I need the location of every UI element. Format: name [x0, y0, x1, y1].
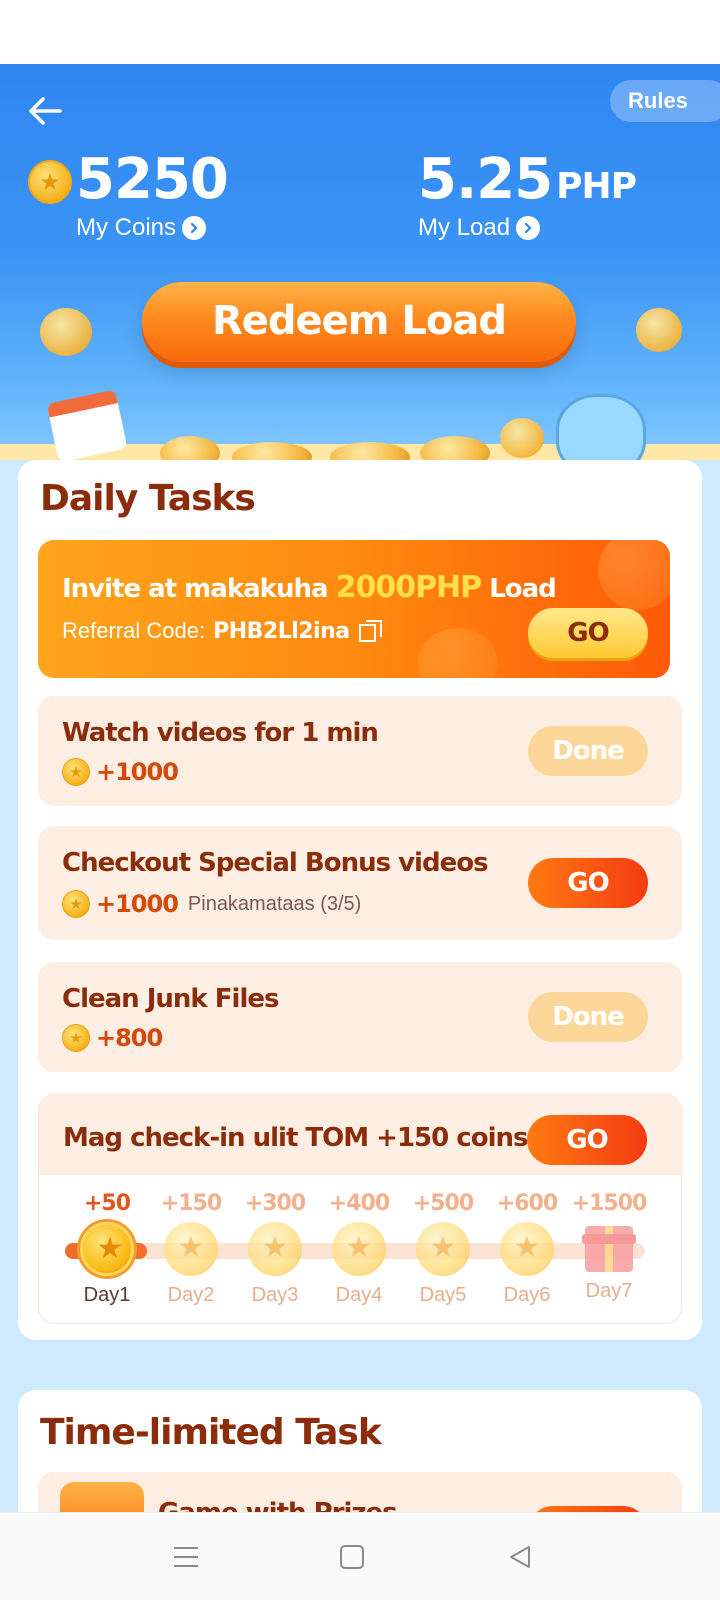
my-coins-link[interactable]: My Coins [76, 214, 207, 242]
referral-code-label: Referral Code: [62, 618, 206, 643]
day-bonus: +50 [83, 1191, 131, 1216]
referral-code-value: PHB2Ll2ina [213, 618, 350, 644]
menu-icon [174, 1547, 198, 1567]
content-panel: Daily Tasks Invite at makakuha 2000PHP L… [0, 460, 720, 1556]
rules-button[interactable]: Rules [610, 80, 720, 122]
day-label: Day7 [585, 1280, 633, 1302]
reward-amount: +1000 [96, 758, 179, 786]
reward-amount: +1000 [96, 890, 179, 918]
time-limited-title: Time-limited Task [40, 1412, 382, 1453]
checkin-day-3[interactable]: +300 Day3 [233, 1191, 317, 1307]
chevron-right-icon [516, 216, 541, 240]
checkin-day-2[interactable]: +150 Day2 [149, 1191, 233, 1307]
menu-button[interactable] [166, 1539, 206, 1575]
task-special-bonus-videos: Checkout Special Bonus videos +1000 Pina… [38, 826, 682, 940]
coin-icon [62, 1024, 90, 1052]
day-label: Day6 [503, 1284, 551, 1306]
my-load-link[interactable]: My Load [418, 214, 541, 242]
wallet-header: Rules 5250 My Coins 5.25PHP My Load Rede… [0, 64, 720, 484]
star-coin-icon [164, 1222, 218, 1276]
checkin-day-7[interactable]: +1500 Day7 [567, 1191, 651, 1303]
checkin-day-4[interactable]: +400 Day4 [317, 1191, 401, 1307]
day-bonus: +600 [496, 1191, 558, 1216]
checkin-go-button[interactable]: GO [527, 1115, 647, 1165]
copy-icon[interactable] [358, 618, 384, 644]
day-bonus: +400 [328, 1191, 390, 1216]
star-coin-icon [416, 1222, 470, 1276]
arrow-left-icon [29, 97, 62, 125]
day-bonus: +500 [412, 1191, 474, 1216]
referral-code-row: Referral Code: PHB2Ll2ina [62, 618, 384, 644]
chevron-right-icon [182, 216, 207, 240]
invite-title-prefix: Invite at makakuha [62, 574, 336, 604]
day-bonus: +300 [244, 1191, 306, 1216]
day-label: Day3 [251, 1284, 299, 1306]
checkin-day-6[interactable]: +600 Day6 [485, 1191, 569, 1307]
invite-title-suffix: Load [481, 574, 557, 604]
task-progress: Pinakamataas (3/5) [187, 892, 362, 915]
status-bar [0, 0, 720, 64]
decorative-coin [598, 540, 670, 610]
coin-icon [62, 758, 90, 786]
square-home-icon [340, 1545, 364, 1569]
checkin-section: Mag check-in ulit TOM +150 coins GO +50 … [38, 1094, 683, 1324]
task-watch-videos: Watch videos for 1 min +1000 Done [38, 696, 682, 806]
day-bonus: +1500 [571, 1191, 648, 1216]
day-bonus: +150 [160, 1191, 222, 1216]
daily-tasks-card: Daily Tasks Invite at makakuha 2000PHP L… [18, 460, 702, 1340]
my-load-label: My Load [418, 214, 511, 241]
task-reward: +1000 [62, 758, 179, 786]
system-nav-bar [0, 1512, 720, 1600]
home-button[interactable] [332, 1539, 372, 1575]
go-button[interactable]: GO [528, 858, 648, 908]
star-coin-icon [500, 1222, 554, 1276]
coins-value: 5250 [76, 147, 229, 212]
star-coin-icon [248, 1222, 302, 1276]
decorative-coin [636, 308, 682, 352]
back-button[interactable] [22, 88, 68, 134]
task-title: Checkout Special Bonus videos [62, 848, 489, 878]
gift-box-icon [582, 1226, 636, 1272]
task-clean-junk-files: Clean Junk Files +800 Done [38, 962, 682, 1072]
decorative-coin [500, 418, 544, 458]
task-title: Watch videos for 1 min [62, 718, 379, 748]
triangle-back-icon [510, 1546, 530, 1568]
task-reward: +800 [62, 1024, 163, 1052]
star-coin-icon [80, 1222, 137, 1276]
load-value: 5.25 [418, 147, 553, 212]
checkin-day-5[interactable]: +500 Day5 [401, 1191, 485, 1307]
done-button[interactable]: Done [528, 992, 648, 1042]
day-label: Day5 [419, 1284, 467, 1306]
invite-banner: Invite at makakuha 2000PHP Load Referral… [38, 540, 670, 678]
star-coin-icon [332, 1222, 386, 1276]
daily-tasks-title: Daily Tasks [40, 478, 256, 519]
coin-icon [28, 160, 72, 204]
invite-go-button[interactable]: GO [528, 608, 648, 658]
day-label: Day4 [335, 1284, 383, 1306]
reward-amount: +800 [96, 1024, 163, 1052]
checkin-day-1[interactable]: +50 Day1 [65, 1191, 149, 1307]
day-label: Day2 [167, 1284, 215, 1306]
decorative-coin [418, 628, 498, 678]
checkin-title: Mag check-in ulit TOM +150 coins [63, 1123, 528, 1153]
task-reward: +1000 Pinakamataas (3/5) [62, 890, 361, 918]
task-title: Clean Junk Files [62, 984, 279, 1014]
done-button[interactable]: Done [528, 726, 648, 776]
my-coins-label: My Coins [76, 214, 177, 241]
back-nav-button[interactable] [500, 1539, 540, 1575]
invite-title: Invite at makakuha 2000PHP Load [62, 570, 557, 605]
load-value-row: 5.25 PHP [418, 147, 637, 217]
invite-amount: 2000PHP [335, 570, 483, 605]
decorative-coin [40, 308, 92, 356]
redeem-load-button[interactable]: Redeem Load [142, 282, 576, 362]
day-label: Day1 [83, 1284, 131, 1306]
load-unit: PHP [556, 166, 637, 207]
coin-icon [62, 890, 90, 918]
